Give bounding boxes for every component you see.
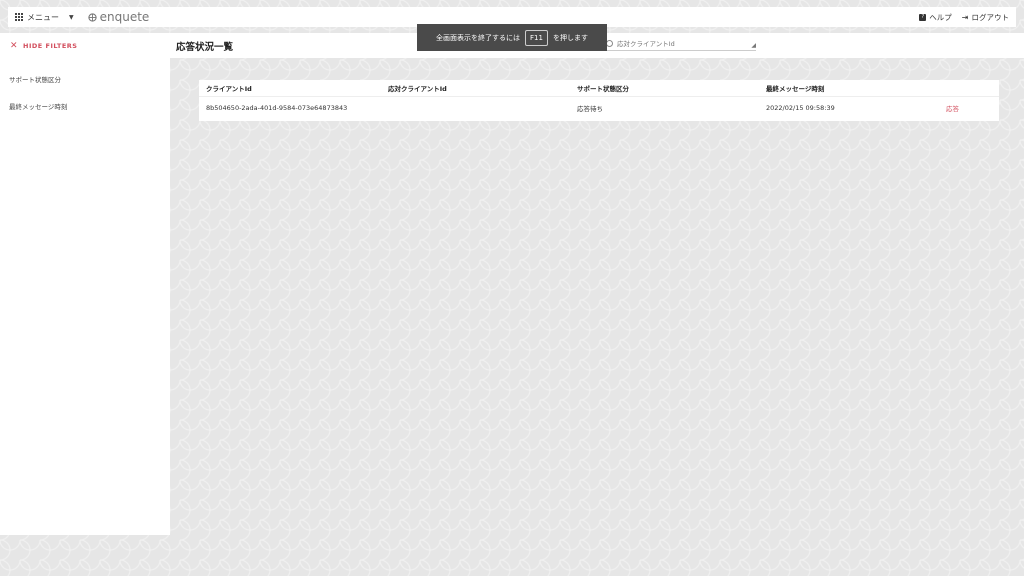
toast-text-before: 全画面表示を終了するには (436, 33, 521, 42)
grid-menu-icon (15, 13, 23, 21)
table-header: クライアントId 応対クライアントId サポート状態区分 最終メッセージ時刻 (199, 80, 999, 97)
fullscreen-toast: 全画面表示を終了するには F11 を押します (417, 24, 607, 51)
help-link[interactable]: ? ヘルプ (919, 12, 952, 23)
help-label: ヘルプ (929, 12, 952, 22)
search-input[interactable] (617, 39, 737, 48)
brand-icon (87, 12, 97, 22)
brand-logo[interactable]: enquete (87, 10, 150, 24)
status-table: クライアントId 応対クライアントId サポート状態区分 最終メッセージ時刻 8… (199, 80, 999, 121)
logout-link[interactable]: ⇥ ログアウト (962, 12, 1009, 23)
page-title: 応答状況一覧 (176, 41, 234, 53)
column-header[interactable]: 応対クライアントId (388, 83, 577, 93)
search-box[interactable]: ◢ (606, 37, 756, 51)
column-header[interactable]: 最終メッセージ時刻 (766, 83, 946, 93)
brand-name: enquete (99, 10, 150, 24)
help-icon: ? (919, 13, 927, 21)
menu-label: メニュー (27, 12, 59, 22)
filter-sidebar: ✕ HIDE FILTERS サポート状態区分 最終メッセージ時刻 (0, 33, 170, 535)
table-row[interactable]: 8b504650-2ada-401d-9584-073e64873843 応答待… (199, 97, 999, 119)
column-header[interactable]: サポート状態区分 (577, 83, 766, 93)
filter-last-message-time[interactable]: 最終メッセージ時刻 (9, 101, 67, 111)
filter-support-status[interactable]: サポート状態区分 (9, 74, 61, 84)
search-icon (606, 40, 613, 47)
caret-down-icon: ▼ (69, 13, 74, 21)
close-icon: ✕ (10, 41, 19, 51)
cell-support-status: 応答待ち (577, 105, 603, 113)
resize-handle-icon: ◢ (751, 42, 756, 49)
cell-client-id: 8b504650-2ada-401d-9584-073e64873843 (206, 104, 348, 112)
menu-button[interactable]: メニュー ▼ (15, 12, 74, 23)
f11-key: F11 (525, 29, 548, 46)
hide-filters-button[interactable]: ✕ HIDE FILTERS (10, 41, 170, 51)
toast-text-after: を押します (552, 33, 588, 42)
logout-icon: ⇥ (961, 12, 969, 22)
respond-link[interactable]: 応答 (946, 103, 999, 113)
hide-filters-label: HIDE FILTERS (23, 42, 78, 50)
column-header[interactable]: クライアントId (199, 83, 388, 93)
logout-label: ログアウト (971, 12, 1010, 22)
cell-last-message-time: 2022/02/15 09:58:39 (766, 104, 835, 112)
